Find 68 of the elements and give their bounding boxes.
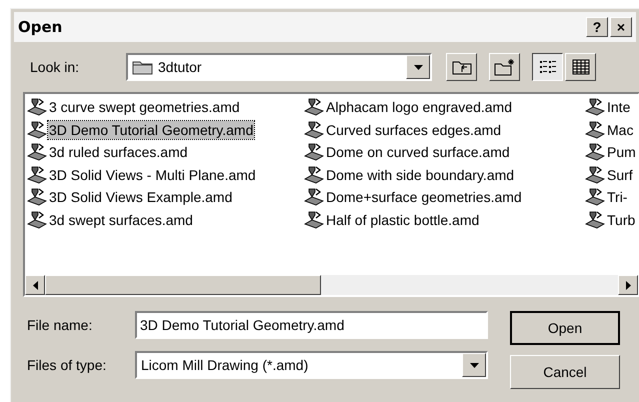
file-item[interactable]: 3D Demo Tutorial Geometry.amd (48, 120, 254, 139)
file-item[interactable]: Dome with side boundary.amd (325, 166, 516, 184)
file-icon (27, 166, 47, 184)
file-item[interactable]: Pum (606, 143, 637, 162)
file-icon (27, 98, 47, 116)
up-folder-button[interactable] (446, 53, 477, 81)
details-view-icon (572, 59, 590, 75)
file-icon (304, 166, 324, 184)
file-icon (304, 210, 324, 229)
list-view-icon (538, 59, 556, 75)
folder-icon (132, 59, 154, 75)
left-arrow-icon (32, 280, 38, 290)
file-item[interactable]: Dome+surface geometries.amd (325, 188, 523, 206)
file-icon (27, 120, 47, 139)
new-folder-icon (494, 58, 516, 76)
dropdown-arrow-button[interactable] (462, 353, 486, 377)
file-name-field[interactable]: 3D Demo Tutorial Geometry.amd (135, 311, 488, 339)
title-bar-button[interactable]: × (610, 17, 632, 37)
dropdown-arrow-button[interactable] (406, 55, 430, 79)
file-icon (27, 143, 47, 162)
file-name-label: File name: (27, 316, 94, 334)
file-item[interactable]: 3D Solid Views Example.amd (48, 188, 234, 206)
title-bar-button[interactable]: ? (586, 17, 608, 37)
file-icon (304, 143, 324, 162)
file-icon (27, 210, 47, 229)
file-item[interactable]: Surf (606, 166, 634, 184)
file-icon (27, 188, 47, 206)
up-folder-icon (452, 59, 472, 75)
scroll-left-button[interactable] (25, 275, 45, 295)
file-item[interactable]: Tri- (606, 188, 628, 206)
horizontal-scrollbar[interactable] (25, 275, 638, 295)
scrollbar-thumb[interactable] (45, 275, 321, 295)
file-item[interactable]: Mac (606, 120, 634, 139)
open-button[interactable]: Open (510, 311, 620, 345)
file-item[interactable]: Curved surfaces edges.amd (325, 120, 502, 139)
file-icon (304, 188, 324, 206)
dropdown-value: 3dtutor (158, 58, 203, 76)
file-item[interactable]: 3d ruled surfaces.amd (48, 143, 189, 162)
file-icon (585, 188, 605, 206)
file-icon (304, 98, 324, 116)
scroll-right-button[interactable] (618, 275, 638, 295)
file-item[interactable]: Alphacam logo engraved.amd (325, 98, 514, 116)
file-item[interactable]: Dome on curved surface.amd (325, 143, 511, 162)
file-icon (585, 120, 605, 139)
details-view-button[interactable] (565, 53, 596, 81)
file-item[interactable]: Inte (606, 98, 632, 116)
look-in-label: Look in: (30, 58, 80, 76)
dropdown-value: Licom Mill Drawing (*.amd) (141, 356, 310, 375)
file-type-dropdown[interactable]: Licom Mill Drawing (*.amd) (135, 351, 488, 379)
file-icon (304, 120, 324, 139)
window-title: Open (18, 16, 62, 38)
caret-icon (414, 64, 422, 70)
file-type-label: Files of type: (27, 356, 108, 375)
list-view-button[interactable] (532, 53, 563, 81)
file-item[interactable]: 3D Solid Views - Multi Plane.amd (48, 166, 257, 184)
new-folder-button[interactable] (489, 53, 520, 81)
file-item[interactable]: 3 curve swept geometries.amd (48, 98, 241, 116)
caret-icon (470, 362, 478, 368)
file-item[interactable]: Half of plastic bottle.amd (325, 210, 480, 229)
file-icon (585, 166, 605, 184)
file-icon (585, 210, 605, 229)
file-icon (585, 98, 605, 116)
file-item[interactable]: 3d swept surfaces.amd (48, 210, 194, 229)
file-icon (585, 143, 605, 162)
right-arrow-icon (626, 280, 630, 290)
look-in-dropdown[interactable]: 3dtutor (126, 53, 432, 81)
file-item[interactable]: Turb (606, 210, 636, 229)
cancel-button[interactable]: Cancel (510, 355, 620, 389)
